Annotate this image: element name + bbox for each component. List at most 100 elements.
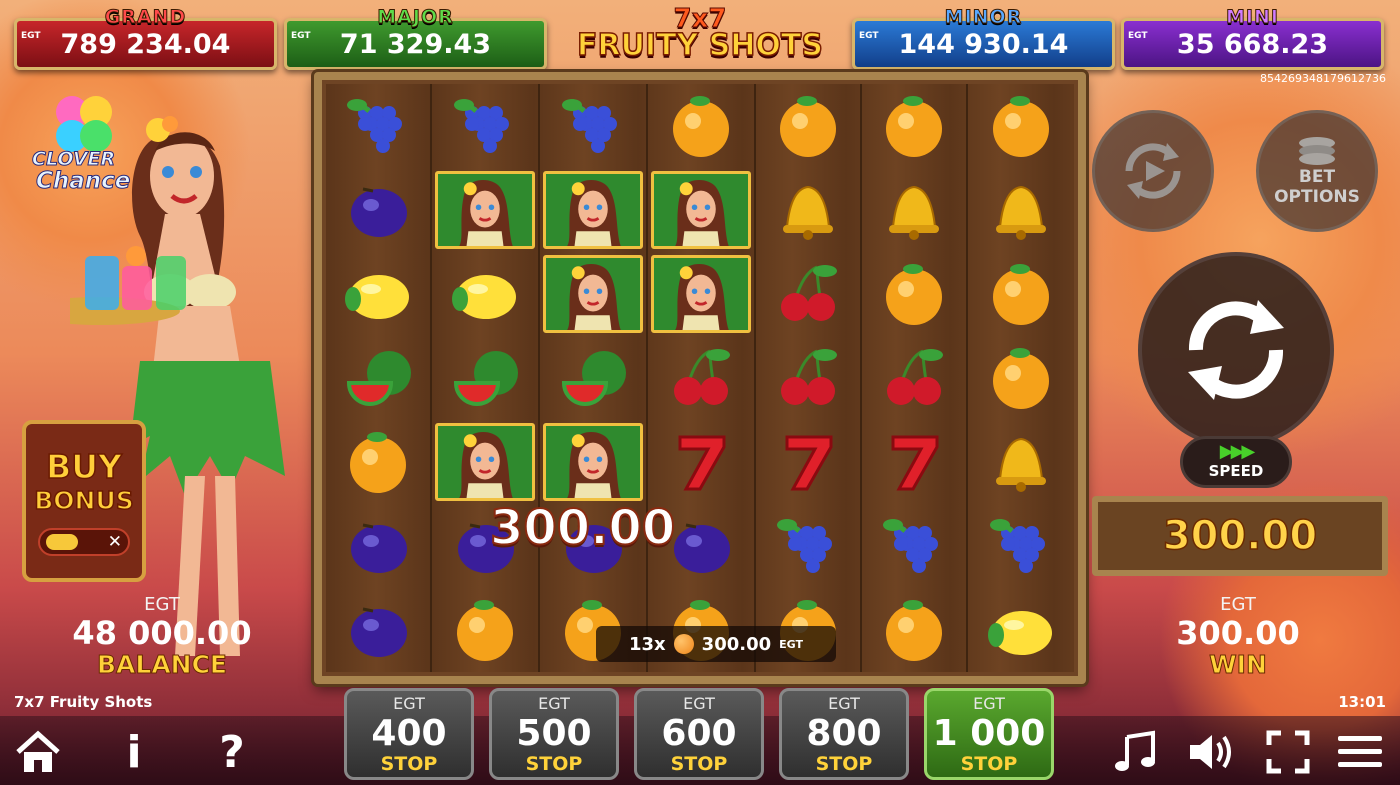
grapes-icon — [883, 519, 938, 573]
cherry-icon — [674, 349, 730, 405]
volume-button[interactable] — [1186, 724, 1238, 780]
bet-currency: EGT — [538, 694, 570, 713]
plum-icon — [674, 523, 730, 573]
watermelon-icon — [346, 351, 411, 406]
reel-cell-orange — [968, 252, 1074, 336]
reel-cell-grapes — [326, 84, 432, 168]
bet-stop-button[interactable]: EGT 400 STOP — [344, 688, 474, 780]
cherry-icon — [781, 349, 837, 405]
autoplay-button[interactable] — [1092, 110, 1214, 232]
jackpot-grand-value: 789 234.04 — [60, 28, 231, 60]
seven-icon — [891, 435, 939, 491]
help-icon: ? — [219, 726, 245, 778]
reel-cell-grapes — [756, 504, 862, 588]
bet-options-label-2: OPTIONS — [1274, 187, 1360, 207]
bet-stop-button[interactable]: EGT 600 STOP — [634, 688, 764, 780]
orange-icon — [780, 96, 836, 157]
bet-stop-label: STOP — [525, 753, 583, 775]
music-icon — [1115, 730, 1155, 771]
bet-value: 600 — [661, 713, 737, 754]
girl-icon — [651, 255, 751, 333]
reel-cell-girl — [648, 252, 756, 336]
fullscreen-icon — [1266, 730, 1310, 774]
bet-options-button[interactable]: BET OPTIONS — [1256, 110, 1378, 232]
menu-button[interactable] — [1334, 724, 1386, 780]
spin-button[interactable] — [1138, 252, 1334, 448]
speed-button[interactable]: ▶▶▶ SPEED — [1180, 436, 1292, 488]
cherry-icon — [781, 265, 837, 321]
reel-cell-bell — [968, 168, 1074, 252]
reel-cell-grapes — [540, 84, 648, 168]
spin-icon — [1188, 300, 1284, 400]
game-title: 7x7 Fruity Shots — [14, 693, 153, 711]
winline-count: 13x — [629, 633, 666, 655]
winline-info: 13x 300.00 EGT — [596, 626, 836, 662]
reel-cell-lemon — [432, 252, 540, 336]
buy-bonus-label-1: BUY — [45, 447, 122, 487]
help-button[interactable]: ? — [206, 724, 258, 780]
music-button[interactable] — [1110, 724, 1162, 780]
reel-cell-orange — [756, 84, 862, 168]
volume-icon — [1190, 735, 1231, 769]
reel-cell-orange — [432, 588, 540, 672]
lemon-icon — [452, 275, 516, 319]
reel-cell-grapes — [432, 84, 540, 168]
reel-cell-girl — [432, 168, 540, 252]
reel-cell-bell — [756, 168, 862, 252]
jackpot-major-value: 71 329.43 — [339, 28, 492, 60]
balance-display: EGT 48 000.00 BALANCE — [70, 594, 254, 679]
coins-icon — [1299, 137, 1335, 165]
bet-stop-button[interactable]: EGT 800 STOP — [779, 688, 909, 780]
winline-amount: 300.00 — [701, 633, 772, 655]
reel-cell-girl — [648, 168, 756, 252]
bet-stop-label: STOP — [380, 753, 438, 775]
jackpot-minor-currency: EGT — [859, 31, 879, 41]
reel-cell-grapes — [862, 504, 968, 588]
reel-cell-seven — [756, 420, 862, 504]
win-display: EGT 300.00 WIN — [1150, 594, 1326, 679]
reel-grid — [326, 84, 1074, 672]
balance-value: 48 000.00 — [72, 614, 252, 652]
lemon-icon — [345, 275, 409, 319]
jackpot-major-label: MAJOR — [377, 6, 454, 29]
reel-cell-watermelon — [540, 336, 648, 420]
orange-icon — [993, 348, 1049, 409]
ticket-id: 854269348179612736 — [1260, 72, 1386, 85]
info-button[interactable]: i — [108, 724, 160, 780]
fullscreen-button[interactable] — [1262, 724, 1314, 780]
bet-stop-button[interactable]: EGT 500 STOP — [489, 688, 619, 780]
reel-cell-lemon — [968, 588, 1074, 672]
reel-cell-watermelon — [432, 336, 540, 420]
orange-icon — [673, 96, 729, 157]
reel-cell-orange — [326, 420, 432, 504]
girl-icon — [651, 171, 751, 249]
bet-value: 400 — [371, 713, 447, 754]
girl-icon — [543, 423, 643, 501]
jackpot-mini-value: 35 668.23 — [1176, 28, 1329, 60]
buy-bonus-button[interactable]: BUY BONUS ✕ — [22, 420, 146, 582]
grapes-icon — [777, 519, 832, 573]
grapes-icon — [454, 99, 509, 153]
reel-cell-seven — [862, 420, 968, 504]
winline-currency: EGT — [779, 637, 803, 651]
home-button[interactable] — [12, 724, 64, 780]
reel-cell-orange — [968, 336, 1074, 420]
bet-value: 500 — [516, 713, 592, 754]
reel-cell-girl — [540, 168, 648, 252]
reel-cell-orange — [968, 84, 1074, 168]
orange-icon — [886, 96, 942, 157]
bell-icon — [996, 437, 1046, 492]
game-logo: 7x7 FRUITY SHOTS — [572, 4, 828, 74]
orange-icon — [993, 264, 1049, 325]
jackpot-mini-label: MINI — [1226, 6, 1279, 29]
reel-cell-orange — [648, 84, 756, 168]
fast-forward-icon: ▶▶▶ — [1219, 441, 1255, 462]
jackpot-major: EGT 71 329.43 MAJOR — [284, 6, 547, 70]
bet-stop-label: STOP — [670, 753, 728, 775]
bet-stop-button[interactable]: EGT 1 000 STOP — [924, 688, 1054, 780]
reel-cell-cherry — [862, 336, 968, 420]
buy-bonus-toggle[interactable]: ✕ — [38, 528, 130, 556]
jackpot-minor: EGT 144 930.14 MINOR — [852, 6, 1115, 70]
orange-icon — [350, 432, 406, 493]
seven-icon — [678, 435, 726, 491]
